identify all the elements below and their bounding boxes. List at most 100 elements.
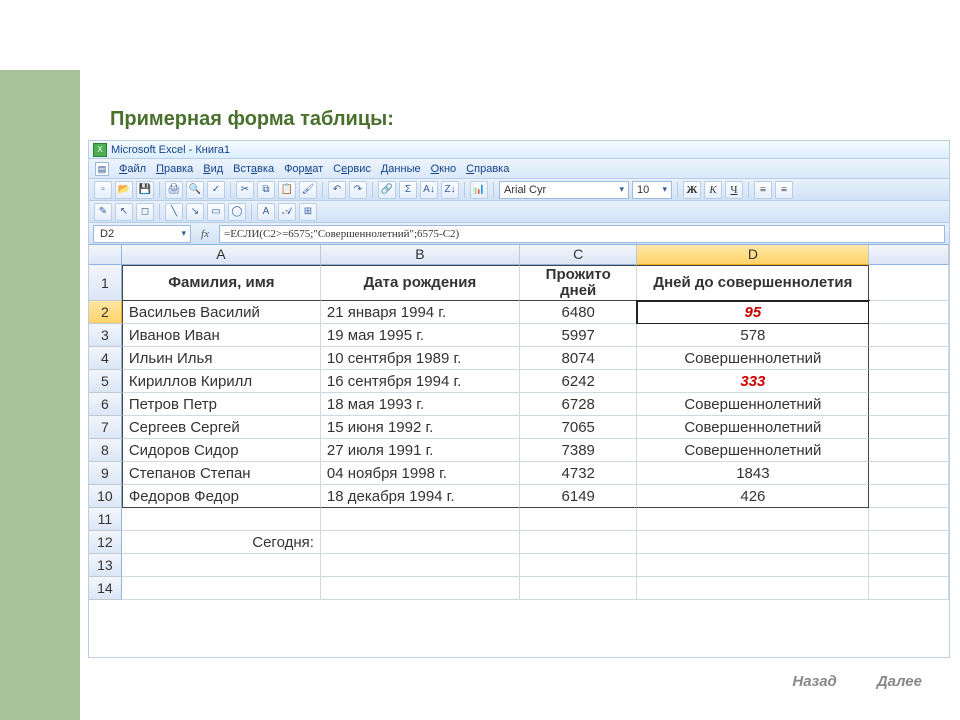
cell[interactable] (321, 577, 520, 600)
cell[interactable] (520, 554, 637, 577)
cell[interactable] (869, 370, 949, 393)
cell-remaining[interactable]: 426 (637, 485, 869, 508)
cell-days[interactable]: 5997 (520, 324, 637, 347)
row-header[interactable]: 8 (89, 439, 122, 462)
cell-name[interactable]: Сергеев Сергей (122, 416, 321, 439)
col-header-extra[interactable] (869, 245, 949, 265)
cell[interactable] (637, 554, 869, 577)
cell[interactable] (637, 508, 869, 531)
sum-icon[interactable]: Σ (399, 181, 417, 199)
undo-icon[interactable]: ↶ (328, 181, 346, 199)
cell-date[interactable]: 16 сентября 1994 г. (321, 370, 520, 393)
cell[interactable] (122, 508, 321, 531)
menu-insert[interactable]: Вставка (233, 163, 274, 175)
nav-next[interactable]: Далее (877, 673, 922, 690)
cell-date[interactable]: 27 июля 1991 г. (321, 439, 520, 462)
row-header[interactable]: 13 (89, 554, 122, 577)
select-icon[interactable]: ↖ (115, 203, 133, 221)
cell-name[interactable]: Иванов Иван (122, 324, 321, 347)
copy-icon[interactable]: ⧉ (257, 181, 275, 199)
font-select[interactable]: Arial Cyr (499, 181, 629, 199)
align-center-icon[interactable]: ≡ (775, 181, 793, 199)
cell-date[interactable]: 21 января 1994 г. (321, 301, 520, 324)
redo-icon[interactable]: ↷ (349, 181, 367, 199)
cell-date[interactable]: 18 мая 1993 г. (321, 393, 520, 416)
menu-edit[interactable]: Правка (156, 163, 193, 175)
row-header[interactable]: 14 (89, 577, 122, 600)
save-icon[interactable]: 💾 (136, 181, 154, 199)
cell[interactable] (869, 416, 949, 439)
italic-button[interactable]: К (704, 181, 722, 199)
cell-a1[interactable]: Фамилия, имя (122, 265, 321, 301)
cell-name[interactable]: Васильев Василий (122, 301, 321, 324)
cell[interactable] (321, 508, 520, 531)
row-header[interactable]: 10 (89, 485, 122, 508)
cell[interactable] (122, 554, 321, 577)
cell[interactable] (520, 577, 637, 600)
preview-icon[interactable]: 🔍 (186, 181, 204, 199)
underline-button[interactable]: Ч (725, 181, 743, 199)
menu-data[interactable]: Данные (381, 163, 421, 175)
link-icon[interactable]: 🔗 (378, 181, 396, 199)
menu-help[interactable]: Справка (466, 163, 509, 175)
cell[interactable] (869, 554, 949, 577)
cell-b1[interactable]: Дата рождения (321, 265, 520, 301)
cell[interactable] (637, 577, 869, 600)
cell-name[interactable]: Сидоров Сидор (122, 439, 321, 462)
cell-days[interactable]: 4732 (520, 462, 637, 485)
cell[interactable] (520, 508, 637, 531)
cell-remaining[interactable]: 1843 (637, 462, 869, 485)
cell-name[interactable]: Степанов Степан (122, 462, 321, 485)
open-icon[interactable]: 📂 (115, 181, 133, 199)
cell-remaining[interactable]: Совершеннолетний (637, 347, 869, 370)
cell-e1[interactable] (869, 265, 949, 301)
sort-asc-icon[interactable]: A↓ (420, 181, 438, 199)
cell-today-label[interactable]: Сегодня: (122, 531, 321, 554)
cell-remaining[interactable]: Совершеннолетний (637, 416, 869, 439)
cell-remaining[interactable]: Совершеннолетний (637, 393, 869, 416)
cell-date[interactable]: 15 июня 1992 г. (321, 416, 520, 439)
format-painter-icon[interactable]: 🖌 (299, 181, 317, 199)
wordart-icon[interactable]: 𝒜 (278, 203, 296, 221)
cell[interactable] (869, 393, 949, 416)
print-icon[interactable]: 🖨 (165, 181, 183, 199)
select-all-corner[interactable] (89, 245, 122, 265)
cell-remaining[interactable]: Совершеннолетний (637, 439, 869, 462)
menu-file[interactable]: Файл (119, 163, 146, 175)
chart-icon[interactable]: 📊 (470, 181, 488, 199)
bold-button[interactable]: Ж (683, 181, 701, 199)
cell-days[interactable]: 8074 (520, 347, 637, 370)
cell[interactable] (869, 577, 949, 600)
formula-input[interactable]: =ЕСЛИ(C2>=6575;"Совершеннолетний";6575-C… (219, 225, 945, 243)
cell[interactable] (637, 531, 869, 554)
row-header[interactable]: 12 (89, 531, 122, 554)
spell-icon[interactable]: ✓ (207, 181, 225, 199)
new-icon[interactable]: ▫ (94, 181, 112, 199)
cell-remaining[interactable]: 333 (637, 370, 869, 393)
row-header[interactable]: 3 (89, 324, 122, 347)
row-header[interactable]: 11 (89, 508, 122, 531)
menu-format[interactable]: Формат (284, 163, 323, 175)
menu-window[interactable]: Окно (431, 163, 457, 175)
cell-days[interactable]: 6149 (520, 485, 637, 508)
cell[interactable] (869, 531, 949, 554)
cell[interactable] (122, 577, 321, 600)
doc-icon[interactable]: ▤ (95, 162, 109, 176)
col-header-d[interactable]: D (637, 245, 869, 265)
rect-icon[interactable]: ▭ (207, 203, 225, 221)
cell[interactable] (869, 301, 949, 324)
cell[interactable] (321, 554, 520, 577)
row-header[interactable]: 1 (89, 265, 122, 301)
line-icon[interactable]: ╲ (165, 203, 183, 221)
cell-date[interactable]: 19 мая 1995 г. (321, 324, 520, 347)
cell-date[interactable]: 10 сентября 1989 г. (321, 347, 520, 370)
cell[interactable] (321, 531, 520, 554)
diagram-icon[interactable]: ⊞ (299, 203, 317, 221)
cell[interactable] (869, 462, 949, 485)
fx-label[interactable]: fx (191, 228, 219, 240)
cut-icon[interactable]: ✂ (236, 181, 254, 199)
cell[interactable] (869, 347, 949, 370)
cell-name[interactable]: Федоров Федор (122, 485, 321, 508)
cell-remaining[interactable]: 578 (637, 324, 869, 347)
row-header[interactable]: 6 (89, 393, 122, 416)
